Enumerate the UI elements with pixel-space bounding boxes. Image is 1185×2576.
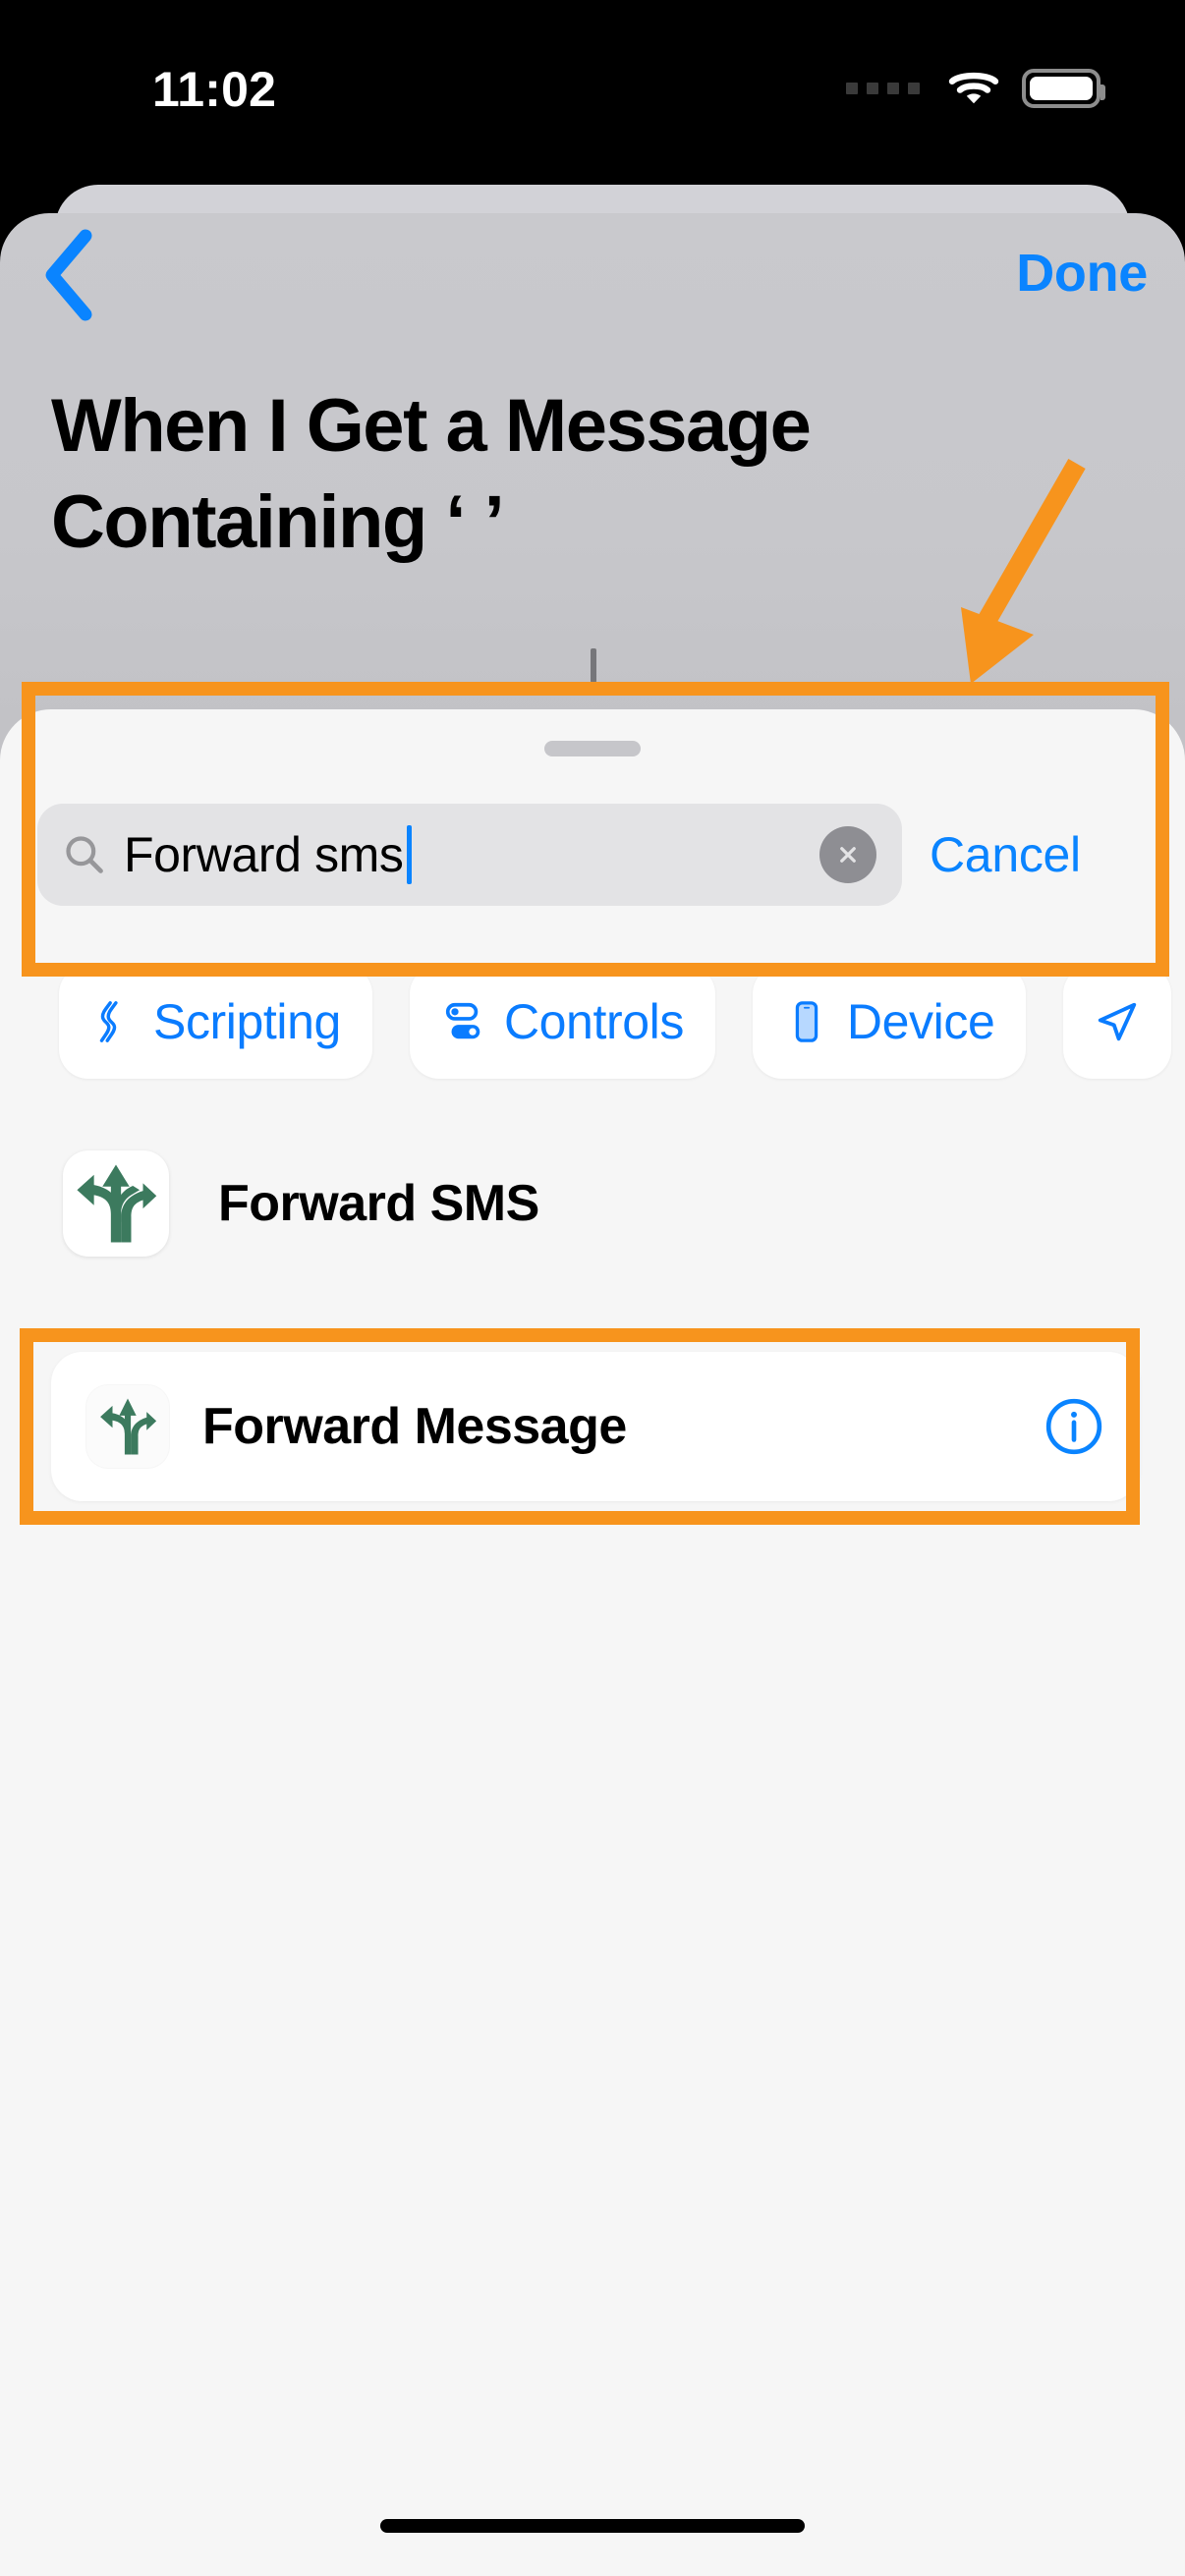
search-row: Forward sms Cancel [0,796,1185,914]
info-button[interactable] [1044,1396,1104,1457]
done-button[interactable]: Done [1016,243,1148,304]
info-circle-icon [1045,1398,1102,1455]
device-phone-icon [795,1001,818,1042]
chip-scripting[interactable]: Scripting [59,965,372,1079]
result-row-action[interactable]: Forward Message [51,1352,1140,1501]
chip-label: Scripting [153,994,341,1049]
controls-toggle-icon [445,1002,480,1039]
action-picker-sheet: Forward sms Cancel Scripting Controls De… [0,709,1185,2576]
location-arrow-icon [1099,1002,1137,1041]
forward-message-action-icon [86,1385,169,1468]
search-input-value: Forward sms [124,827,404,882]
result-row-app[interactable]: Forward SMS [0,1120,1185,1287]
status-bar-clock: 11:02 [152,62,277,117]
category-chips: Scripting Controls Device [0,953,1185,1091]
battery-full-icon [1022,69,1105,108]
home-indicator[interactable] [380,2519,805,2533]
action-result-name: Forward Message [202,1398,627,1455]
page-title: When I Get a Message Containing ‘ ’ [51,389,1122,560]
sheet-grabber[interactable] [544,741,641,756]
chip-label: Controls [503,994,684,1049]
status-bar: 11:02 [0,0,1185,177]
wifi-icon [948,72,999,104]
clear-search-button[interactable] [819,826,876,883]
three-way-arrow-glyph [77,1164,157,1243]
phone-screen: Done When I Get a Message Containing ‘ ’… [0,0,1185,2576]
search-input[interactable]: Forward sms [37,804,902,906]
cancel-button[interactable]: Cancel [930,826,1081,883]
page-title-line-2: Containing ‘ ’ [51,480,505,564]
chip-label: Device [846,994,995,1049]
chip-location[interactable] [1063,965,1172,1079]
scripting-icon [99,1001,118,1042]
chip-controls[interactable]: Controls [409,965,715,1079]
app-result-name: Forward SMS [218,1175,539,1232]
back-button[interactable] [14,221,122,329]
three-way-arrow-glyph [100,1398,157,1455]
magnifying-glass-icon [66,836,103,873]
page-title-line-1: When I Get a Message [51,384,812,468]
navigation-bar: Done [0,213,1185,351]
chip-device[interactable]: Device [752,965,1027,1079]
clear-circle-icon [840,847,856,863]
text-caret [406,825,412,884]
text-cursor-marker [591,648,596,683]
chevron-left-icon [45,229,92,321]
status-bar-indicators [846,69,1105,108]
cellular-dots-icon [846,83,920,94]
forward-sms-app-icon [63,1150,169,1257]
